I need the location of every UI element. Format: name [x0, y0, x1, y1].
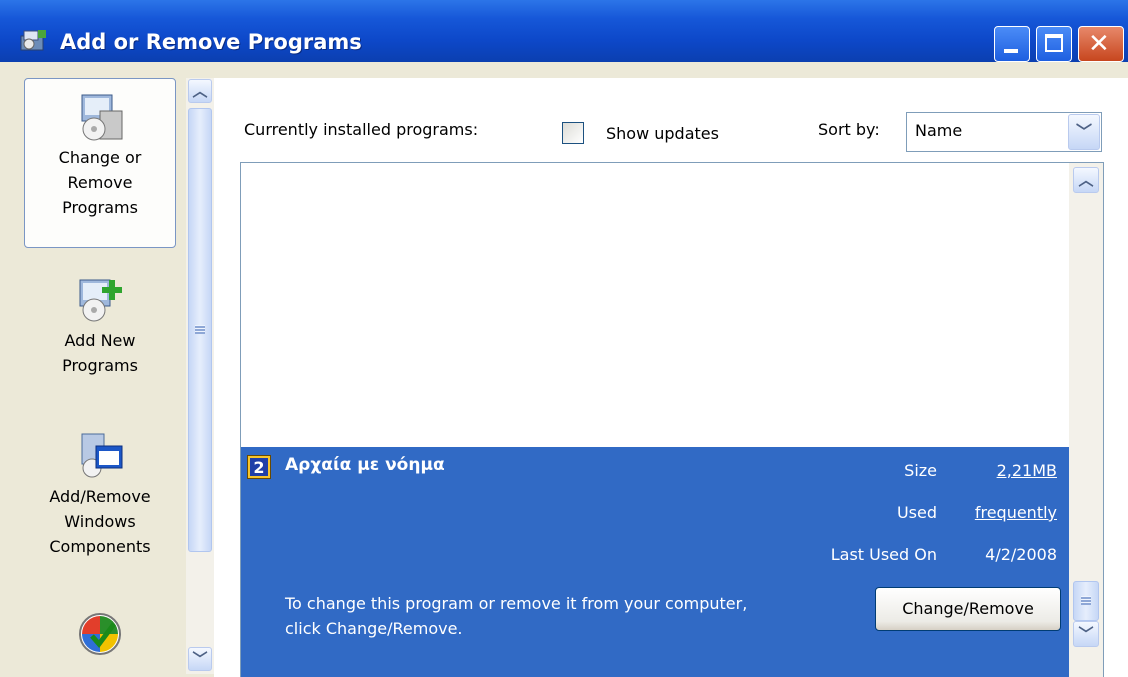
sidebar-item-change-remove[interactable]: Change or Remove Programs: [24, 78, 176, 248]
sort-by-select[interactable]: Name ﹀: [906, 112, 1102, 152]
used-value[interactable]: frequently: [975, 503, 1057, 522]
grip-icon: [195, 325, 205, 334]
set-program-access-icon: [79, 613, 121, 655]
add-new-programs-icon: [79, 279, 122, 322]
add-remove-programs-window: Add or Remove Programs ✕ Change or Remov…: [0, 0, 1128, 677]
sort-by-label: Sort by:: [818, 120, 880, 139]
program-name: Αρχαία με νόημα: [285, 455, 445, 475]
scroll-down-button[interactable]: ﹀: [188, 647, 212, 671]
title-bar[interactable]: Add or Remove Programs ✕: [0, 0, 1128, 62]
change-remove-programs-icon: [81, 94, 123, 141]
last-used-label: Last Used On: [830, 545, 937, 564]
chevron-up-icon: ︿: [1078, 171, 1094, 189]
size-value[interactable]: 2,21MB: [997, 461, 1057, 480]
chevron-up-icon: ︿: [192, 82, 208, 100]
scroll-down-button[interactable]: ﹀: [1073, 621, 1099, 647]
grip-icon: [1081, 596, 1091, 605]
list-item-selected-program[interactable]: 2 Αρχαία με νόημα Size 2,21MB Used frequ…: [241, 447, 1071, 677]
installed-programs-label: Currently installed programs:: [244, 120, 479, 139]
last-used-value: 4/2/2008: [985, 545, 1057, 564]
window-title: Add or Remove Programs: [60, 30, 362, 54]
minimize-button[interactable]: [994, 26, 1030, 62]
scroll-up-button[interactable]: ︿: [1073, 167, 1099, 193]
program-icon: 2: [247, 455, 271, 479]
used-label: Used: [896, 503, 937, 522]
sort-value: Name: [915, 121, 963, 140]
chevron-down-icon[interactable]: ﹀: [1068, 114, 1100, 150]
scroll-up-button[interactable]: ︿: [188, 79, 212, 103]
sidebar-item-add-new[interactable]: Add New Programs: [24, 274, 176, 404]
add-remove-programs-icon: [20, 30, 46, 51]
close-icon: ✕: [1088, 29, 1110, 59]
sidebar-item-windows-components[interactable]: Add/Remove Windows Components: [24, 430, 176, 580]
programs-list[interactable]: 2 Αρχαία με νόημα Size 2,21MB Used frequ…: [240, 162, 1104, 677]
sidebar-item-label: Change or Remove Programs: [58, 148, 142, 217]
programs-list-scrollbar[interactable]: ︿ ﹀: [1069, 163, 1103, 677]
maximize-button[interactable]: [1036, 26, 1072, 62]
chevron-down-icon: ﹀: [192, 650, 208, 668]
task-pane: Change or Remove Programs Add New Progra…: [0, 62, 186, 677]
show-updates-label[interactable]: Show updates: [606, 124, 719, 143]
maximize-icon: [1045, 34, 1063, 52]
close-button[interactable]: ✕: [1078, 26, 1124, 62]
show-updates-checkbox[interactable]: [562, 122, 584, 144]
sidebar-item-program-access[interactable]: [24, 608, 176, 677]
task-pane-scrollbar[interactable]: ︿ ﹀: [186, 78, 214, 674]
minimize-icon: [1004, 49, 1018, 53]
chevron-down-icon: ﹀: [1078, 625, 1094, 643]
svg-text:2: 2: [253, 458, 264, 477]
change-remove-hint: To change this program or remove it from…: [285, 594, 748, 638]
sidebar-item-label: Add New Programs: [62, 331, 138, 375]
windows-components-icon: [81, 433, 123, 478]
change-remove-button[interactable]: Change/Remove: [875, 587, 1061, 631]
scroll-thumb[interactable]: [188, 108, 212, 552]
scroll-thumb[interactable]: [1073, 581, 1099, 621]
size-label: Size: [904, 461, 937, 480]
sidebar-item-label: Add/Remove Windows Components: [49, 487, 151, 556]
main-area: Currently installed programs: Show updat…: [214, 78, 1128, 677]
